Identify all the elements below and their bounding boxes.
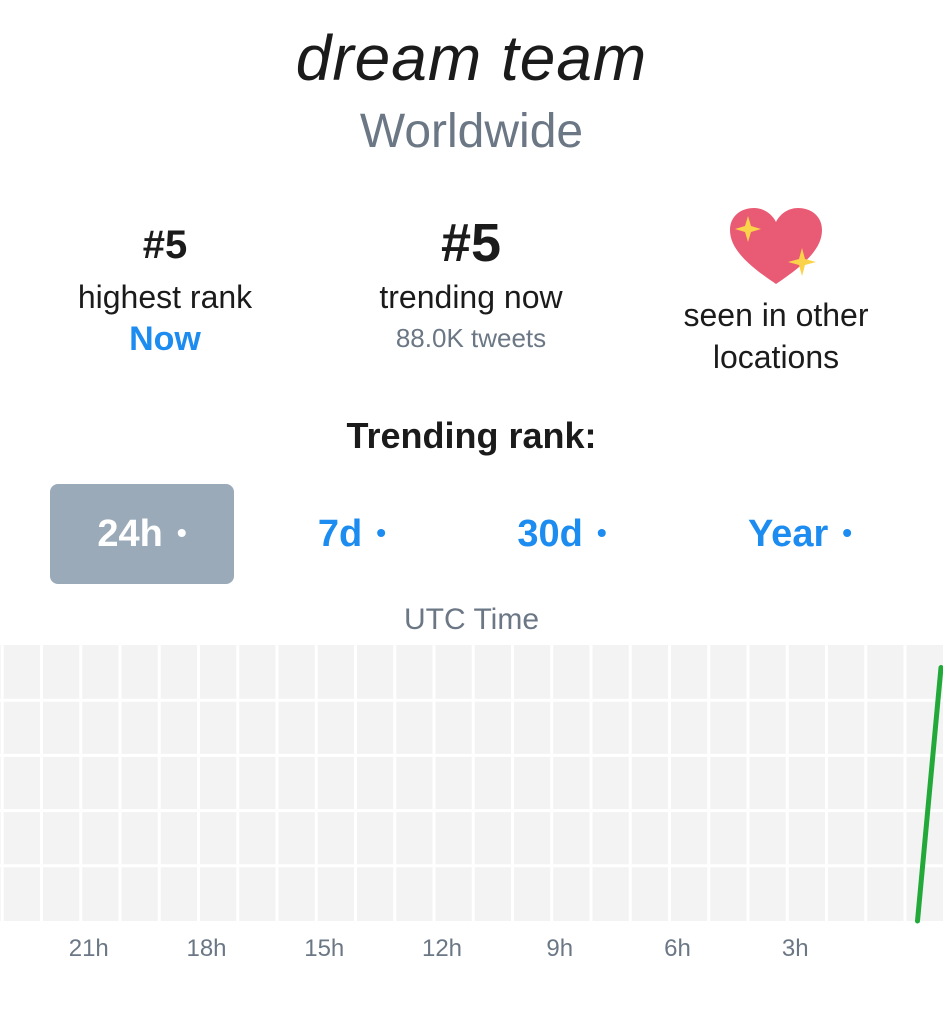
trending-rank-heading: Trending rank: [346, 415, 597, 456]
tab-24h-label: 24h [97, 513, 163, 555]
chart-plot-area [0, 645, 943, 921]
tab-7d[interactable]: 7d • [262, 484, 442, 584]
tweet-count: 88.0K tweets [395, 323, 547, 353]
tab-30d-label: 30d [517, 513, 583, 555]
sparkling-heart-icon [626, 208, 926, 294]
x-tick-label: 12h [422, 935, 462, 962]
x-tick-label: 3h [782, 935, 809, 962]
tab-year-label: Year [747, 513, 829, 555]
x-tick-label: 15h [304, 935, 344, 962]
trending-rank-chart: 21h 18h 15h 12h 9h 6h 3h [0, 645, 943, 962]
tab-30d[interactable]: 30d • [472, 484, 652, 584]
tab-30d-dot: • [596, 516, 607, 548]
chart-axis-title: UTC Time [404, 603, 539, 636]
seen-label-line2: locations [712, 339, 840, 375]
trending-now-label: trending now [379, 279, 563, 315]
x-tick-label: 21h [69, 935, 109, 962]
trending-now-value: #5 [440, 213, 502, 273]
tab-7d-label: 7d [317, 513, 363, 555]
highest-rank-when: Now [129, 320, 201, 358]
stat-seen-elsewhere[interactable]: seen in other locations [626, 208, 926, 378]
chart-tick-labels: 21h 18h 15h 12h 9h 6h 3h [69, 935, 809, 962]
trend-location: Worldwide [359, 105, 584, 158]
chart-grid [0, 645, 943, 921]
trend-title: dream team [295, 22, 648, 94]
x-tick-label: 18h [186, 935, 226, 962]
highest-rank-value: #5 [142, 223, 188, 267]
tab-year[interactable]: Year • [700, 484, 900, 584]
stat-highest-rank: #5 highest rank Now [15, 210, 315, 360]
tab-year-dot: • [842, 516, 853, 548]
seen-label-line1: seen in other [683, 297, 869, 333]
x-tick-label: 9h [546, 935, 573, 962]
tab-24h-dot: • [176, 516, 187, 548]
tab-24h[interactable]: 24h • [50, 484, 234, 584]
stat-trending-now: #5 trending now 88.0K tweets [321, 210, 621, 358]
tab-7d-dot: • [376, 516, 387, 548]
x-tick-label: 6h [664, 935, 691, 962]
highest-rank-label: highest rank [77, 279, 253, 315]
